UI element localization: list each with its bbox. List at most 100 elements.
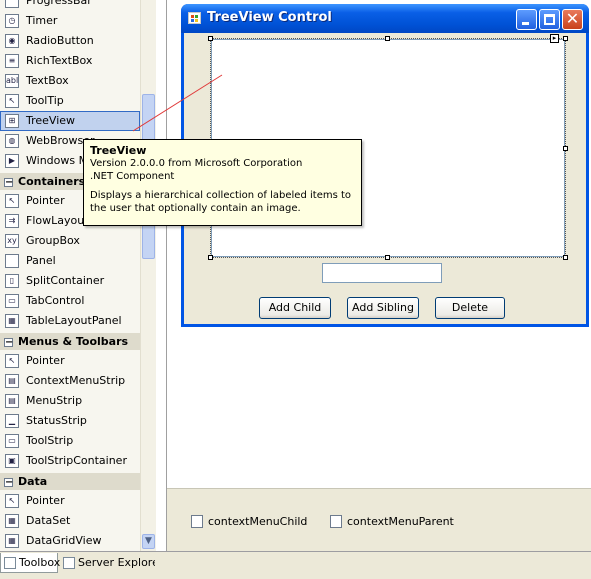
scroll-down-arrow-icon[interactable]: ▼: [142, 534, 155, 549]
toolbox-item-richtextbox[interactable]: ≡ RichTextBox: [0, 51, 140, 71]
maximize-button[interactable]: [539, 9, 560, 30]
collapse-icon[interactable]: −: [4, 477, 13, 487]
pointer-icon: ↖: [5, 494, 19, 508]
resize-handle[interactable]: [563, 36, 568, 41]
resize-handle[interactable]: [385, 255, 390, 260]
toolbox-item-label: Pointer: [26, 194, 65, 207]
toolbox-item-pointer[interactable]: ↖ Pointer: [0, 351, 140, 371]
toolbox-item-label: Panel: [26, 254, 56, 267]
tabcontrol-icon: ▭: [5, 294, 19, 308]
toolbox-item-label: ToolStripContainer: [26, 454, 127, 467]
toolstrip-icon: ▭: [5, 434, 19, 448]
toolbox-item-toolstripcontainer[interactable]: ▣ ToolStripContainer: [0, 451, 140, 471]
resize-handle[interactable]: [563, 146, 568, 151]
form-app-icon: [188, 12, 201, 24]
resize-handle[interactable]: [208, 255, 213, 260]
toolbox-category-menus-toolbars[interactable]: − Menus & Toolbars: [0, 333, 140, 350]
toolbox-item-splitcontainer[interactable]: ▯ SplitContainer: [0, 271, 140, 291]
tray-item-context-menu-child[interactable]: contextMenuChild: [191, 514, 307, 530]
resize-handle[interactable]: [385, 36, 390, 41]
textbox-icon: abl: [5, 74, 19, 88]
toolbox-item-label: Pointer: [26, 354, 65, 367]
toolbox-item-treeview[interactable]: ⊞ TreeView: [0, 111, 140, 131]
toolbox-item-groupbox[interactable]: xy GroupBox: [0, 231, 140, 251]
add-sibling-button[interactable]: Add Sibling: [347, 297, 419, 319]
toolbox-item-label: ToolTip: [26, 94, 64, 107]
tooltip-version: Version 2.0.0.0 from Microsoft Corporati…: [90, 158, 303, 169]
toolbox-item-pointer[interactable]: ↖ Pointer: [0, 491, 140, 511]
collapse-icon[interactable]: −: [4, 177, 13, 187]
tab-server-explorer[interactable]: Server Explorer: [60, 553, 155, 573]
form-title-bar[interactable]: TreeView Control ✕: [181, 4, 589, 33]
toolbox-item-panel[interactable]: Panel: [0, 251, 140, 271]
dataset-icon: ▦: [5, 514, 19, 528]
toolbox-item-label: TabControl: [26, 294, 85, 307]
tooltip-kind: .NET Component: [90, 171, 175, 182]
radiobutton-icon: ◉: [5, 34, 19, 48]
toolbox-item-label: Pointer: [26, 494, 65, 507]
collapse-icon[interactable]: −: [4, 337, 13, 347]
richtextbox-icon: ≡: [5, 54, 19, 68]
menustrip-icon: ▤: [5, 394, 19, 408]
toolbox-scrollbar[interactable]: ▼: [140, 0, 156, 551]
toolbox-item-toolstrip[interactable]: ▭ ToolStrip: [0, 431, 140, 451]
tray-item-label: contextMenuChild: [208, 515, 308, 528]
add-child-button[interactable]: Add Child: [259, 297, 331, 319]
groupbox-icon: xy: [5, 234, 19, 248]
toolbox-item-statusstrip[interactable]: ▁ StatusStrip: [0, 411, 140, 431]
minimize-button[interactable]: [516, 9, 537, 30]
toolbox-item-progressbar[interactable]: ProgressBar: [0, 0, 140, 11]
delete-button[interactable]: Delete: [435, 297, 505, 319]
toolbox-list: ProgressBar ◷ Timer ◉ RadioButton ≡ RichTextBo…: [0, 0, 149, 551]
windows-media-player-icon: ▶: [5, 154, 19, 168]
node-text-input[interactable]: [322, 263, 442, 283]
tray-item-context-menu-parent[interactable]: contextMenuParent: [330, 514, 454, 530]
treeview-tooltip: TreeView Version 2.0.0.0 from Microsoft …: [83, 139, 362, 226]
toolbox-category-data[interactable]: − Data: [0, 473, 140, 490]
pointer-icon: ↖: [5, 354, 19, 368]
form-title: TreeView Control: [207, 10, 332, 25]
toolbox-item-tablelayoutpanel[interactable]: ▦ TableLayoutPanel: [0, 311, 140, 331]
toolbox-item-dataset[interactable]: ▦ DataSet: [0, 511, 140, 531]
pointer-icon: ↖: [5, 194, 19, 208]
tab-toolbox[interactable]: Toolbox: [0, 553, 60, 573]
toolbox-item-radiobutton[interactable]: ◉ RadioButton: [0, 31, 140, 51]
category-label: Containers: [18, 175, 86, 188]
tooltip-description: Displays a hierarchical collection of la…: [90, 190, 352, 214]
toolbox-item-menustrip[interactable]: ▤ MenuStrip: [0, 391, 140, 411]
bottom-tab-strip: Toolbox Server Explorer: [0, 551, 591, 579]
resize-handle[interactable]: [208, 36, 213, 41]
toolbox-item-label: Timer: [26, 14, 58, 27]
toolbox-item-label: TreeView: [26, 114, 76, 127]
tablelayoutpanel-icon: ▦: [5, 314, 19, 328]
toolbox-item-label: ToolStrip: [26, 434, 74, 447]
context-menu-icon: [330, 515, 342, 528]
resize-handle[interactable]: [563, 255, 568, 260]
toolbox-icon: [4, 557, 16, 569]
component-tray: contextMenuChild contextMenuParent: [167, 488, 591, 551]
treeview-icon: ⊞: [5, 114, 19, 128]
toolbox-item-tooltip[interactable]: ↖ ToolTip: [0, 91, 140, 111]
tooltip-title: TreeView: [90, 144, 147, 157]
smart-tag-arrow-icon[interactable]: ▸: [550, 34, 559, 43]
progressbar-icon: [5, 0, 19, 8]
toolbox-panel: ProgressBar ◷ Timer ◉ RadioButton ≡ RichTextBo…: [0, 0, 156, 551]
toolbox-item-label: TextBox: [26, 74, 69, 87]
toolbox-item-datagridview[interactable]: ▦ DataGridView: [0, 531, 140, 551]
designer-divider: [166, 0, 167, 551]
toolbox-item-textbox[interactable]: abl TextBox: [0, 71, 140, 91]
webbrowser-icon: ◍: [5, 134, 19, 148]
timer-icon: ◷: [5, 14, 19, 28]
toolbox-item-tabcontrol[interactable]: ▭ TabControl: [0, 291, 140, 311]
close-button[interactable]: ✕: [562, 9, 583, 30]
close-icon: ✕: [565, 9, 580, 28]
toolbox-item-timer[interactable]: ◷ Timer: [0, 11, 140, 31]
toolbox-item-contextmenustrip[interactable]: ▤ ContextMenuStrip: [0, 371, 140, 391]
contextmenustrip-icon: ▤: [5, 374, 19, 388]
toolbox-item-label: ProgressBar: [26, 0, 92, 7]
datagridview-icon: ▦: [5, 534, 19, 548]
tooltip-icon: ↖: [5, 94, 19, 108]
tray-item-label: contextMenuParent: [347, 515, 454, 528]
tab-label: Server Explorer: [78, 556, 155, 569]
toolbox-item-label: DataGridView: [26, 534, 102, 547]
